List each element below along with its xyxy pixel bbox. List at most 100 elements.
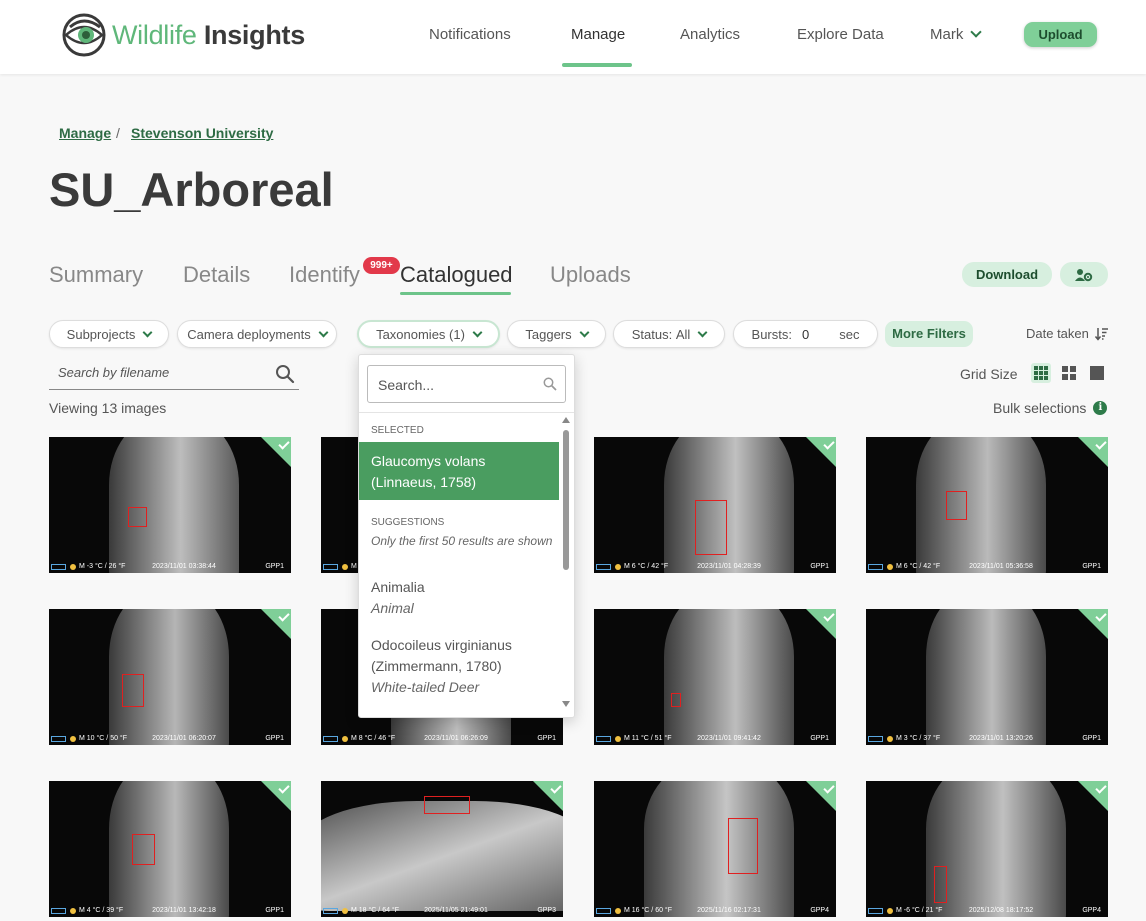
image-card[interactable]: M 16 °C / 60 °F 2025/11/16 02:17:31 GPP4 <box>594 781 836 917</box>
camera-info-strip: M -6 °C / 21 °F 2025/12/08 18:17:52 GPP4 <box>866 904 1108 917</box>
sort-date-taken[interactable]: Date taken <box>1026 326 1109 341</box>
camera-id: GPP4 <box>1082 907 1101 914</box>
image-card[interactable]: M -3 °C / 26 °F 2023/11/01 03:38:44 GPP1 <box>49 437 291 573</box>
filter-bursts[interactable]: Bursts: 0 sec <box>733 320 878 348</box>
moon-phase-icon <box>342 735 348 742</box>
sort-descending-icon <box>1094 327 1108 341</box>
nav-explore-data[interactable]: Explore Data <box>797 26 884 43</box>
moon-phase-icon <box>615 907 621 914</box>
identify-count-badge: 999+ <box>363 257 400 274</box>
nav-notifications[interactable]: Notifications <box>429 26 511 43</box>
image-card[interactable]: M 18 °C / 64 °F 2025/11/05 21:49:01 GPP3 <box>321 781 563 917</box>
camera-info-strip: M 16 °C / 60 °F 2025/11/16 02:17:31 GPP4 <box>594 904 836 917</box>
camera-info-strip: M -3 °C / 26 °F 2023/11/01 03:38:44 GPP1 <box>49 560 291 573</box>
grid-small-icon <box>1034 366 1048 380</box>
moon-phase-icon <box>70 735 76 742</box>
temperature: M 11 °C / 51 °F <box>624 735 672 742</box>
filter-taggers[interactable]: Taggers <box>507 320 606 348</box>
taxonomy-search-input[interactable] <box>378 377 538 393</box>
camera-info-strip: M 6 °C / 42 °F 2023/11/01 05:36:58 GPP1 <box>866 560 1108 573</box>
temperature: M -3 °C / 26 °F <box>79 563 126 570</box>
search-icon[interactable] <box>275 364 295 384</box>
nav-manage[interactable]: Manage <box>571 26 625 43</box>
camera-id: GPP4 <box>810 907 829 914</box>
camera-trap-photo <box>664 437 794 573</box>
upload-button[interactable]: Upload <box>1024 22 1097 47</box>
dropdown-scrollbar[interactable] <box>563 430 569 570</box>
image-card[interactable]: M 4 °C / 39 °F 2023/11/01 13:42:18 GPP1 <box>49 781 291 917</box>
detection-bounding-box <box>122 674 144 707</box>
filter-subprojects[interactable]: Subprojects <box>49 320 169 348</box>
grid-size-small-button[interactable] <box>1031 363 1051 383</box>
grid-size-large-button[interactable] <box>1087 363 1107 383</box>
breadcrumb-separator: / <box>116 125 120 141</box>
image-card[interactable]: M 10 °C / 50 °F 2023/11/01 06:20:07 GPP1 <box>49 609 291 745</box>
filter-status[interactable]: Status: All <box>613 320 725 348</box>
chevron-down-icon <box>142 327 153 337</box>
taxonomies-dropdown: SELECTED Glaucomys volans (Linnaeus, 175… <box>358 354 575 718</box>
scroll-up-arrow-icon[interactable] <box>562 417 570 423</box>
camera-info-strip: M 18 °C / 64 °F 2025/11/05 21:49:01 GPP3 <box>321 904 563 917</box>
camera-id: GPP1 <box>810 563 829 570</box>
camera-trap-photo <box>664 609 794 745</box>
chevron-down-icon <box>579 327 590 337</box>
sort-label: Date taken <box>1026 326 1089 341</box>
grid-size-label: Grid Size <box>960 366 1018 382</box>
camera-trap-photo <box>109 781 229 917</box>
camera-id: GPP1 <box>537 735 556 742</box>
manage-users-button[interactable] <box>1060 262 1108 287</box>
detection-bounding-box <box>671 693 681 707</box>
camera-brand-icon <box>51 735 66 742</box>
tab-uploads[interactable]: Uploads <box>550 262 631 288</box>
tab-identify[interactable]: Identify <box>289 262 360 288</box>
detection-bounding-box <box>728 818 758 874</box>
bulk-selections[interactable]: Bulk selections i <box>993 400 1108 416</box>
nav-analytics[interactable]: Analytics <box>680 26 740 43</box>
breadcrumb-manage[interactable]: Manage <box>59 125 111 141</box>
image-card[interactable]: M 3 °C / 37 °F 2023/11/01 13:20:26 GPP1 <box>866 609 1108 745</box>
chevron-down-icon <box>697 327 708 337</box>
grid-size-medium-button[interactable] <box>1059 363 1079 383</box>
download-button[interactable]: Download <box>962 262 1052 287</box>
image-card[interactable]: M 11 °C / 51 °F 2023/11/01 09:41:42 GPP1 <box>594 609 836 745</box>
grid-medium-icon <box>1062 366 1076 380</box>
breadcrumb-organization[interactable]: Stevenson University <box>131 125 273 141</box>
image-card[interactable]: M -6 °C / 21 °F 2025/12/08 18:17:52 GPP4 <box>866 781 1108 917</box>
people-settings-icon <box>1075 268 1093 281</box>
tab-catalogued[interactable]: Catalogued <box>400 262 513 288</box>
taxonomy-option[interactable]: Animalia Animal <box>371 577 556 619</box>
filter-taxonomies[interactable]: Taxonomies (1) <box>357 320 500 348</box>
selected-taxonomy-item[interactable]: Glaucomys volans (Linnaeus, 1758) <box>359 442 559 500</box>
camera-info-strip: M 6 °C / 42 °F 2023/11/01 04:28:39 GPP1 <box>594 560 836 573</box>
taxonomy-common-name: White-tailed Deer <box>371 679 480 695</box>
moon-phase-icon <box>70 563 76 570</box>
temperature: M 3 °C / 37 °F <box>896 735 941 742</box>
timestamp: 2023/11/01 13:42:18 <box>152 907 216 914</box>
tab-summary[interactable]: Summary <box>49 262 143 288</box>
camera-id: GPP1 <box>810 735 829 742</box>
divider <box>359 412 574 413</box>
user-menu[interactable]: Mark <box>930 26 983 43</box>
search-input[interactable] <box>58 365 268 380</box>
tab-details[interactable]: Details <box>183 262 250 288</box>
chevron-down-icon <box>970 26 983 38</box>
bursts-value-input[interactable]: 0 <box>802 327 809 342</box>
moon-phase-icon <box>342 563 348 570</box>
camera-trap-photo <box>644 781 794 917</box>
camera-info-strip: M 10 °C / 50 °F 2023/11/01 06:20:07 GPP1 <box>49 732 291 745</box>
image-card[interactable]: M 6 °C / 42 °F 2023/11/01 04:28:39 GPP1 <box>594 437 836 573</box>
more-filters-button[interactable]: More Filters <box>885 321 973 347</box>
camera-trap-photo <box>321 801 563 911</box>
image-count-text: Viewing 13 images <box>49 400 167 416</box>
image-card[interactable]: M 6 °C / 42 °F 2023/11/01 05:36:58 GPP1 <box>866 437 1108 573</box>
camera-brand-icon <box>51 907 66 914</box>
filter-camera-deployments[interactable]: Camera deployments <box>177 320 337 348</box>
detection-bounding-box <box>934 866 947 903</box>
taxonomy-scientific-name: Animalia <box>371 579 425 595</box>
taxonomy-option[interactable]: Odocoileus virginianus (Zimmermann, 1780… <box>371 635 556 698</box>
camera-brand-icon <box>323 735 338 742</box>
camera-trap-photo <box>926 781 1066 917</box>
scroll-down-arrow-icon[interactable] <box>562 701 570 707</box>
bulk-selections-label: Bulk selections <box>993 400 1087 416</box>
logo[interactable]: Wildlife Insights <box>62 13 305 57</box>
